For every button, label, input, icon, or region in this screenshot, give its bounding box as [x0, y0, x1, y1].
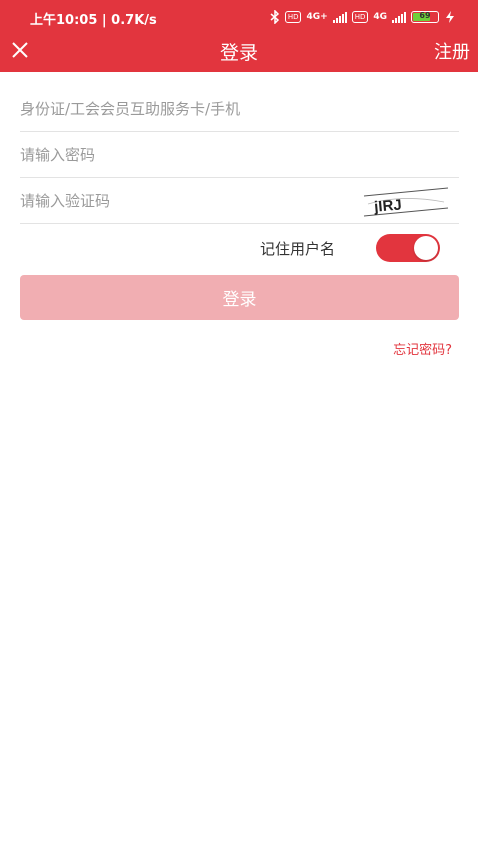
status-bar: 上午10:05 | 0.7K/s HD 4G+ HD 4G 69 [0, 0, 478, 34]
bluetooth-icon [270, 10, 279, 24]
forgot-password-link[interactable]: 忘记密码? [393, 339, 452, 358]
network-type-2: 4G [373, 12, 387, 22]
remember-toggle[interactable] [376, 234, 440, 262]
captcha-image[interactable]: jIRJ [362, 186, 450, 220]
register-link[interactable]: 注册 [434, 38, 470, 64]
signal-icon-1 [332, 11, 347, 23]
status-time: 上午10:05 | 0.7K/s [30, 13, 157, 28]
remember-label: 记住用户名 [260, 240, 336, 258]
nav-bar: 登录 注册 [0, 34, 478, 72]
network-type-1: 4G+ [306, 12, 328, 22]
hd-badge-1: HD [284, 11, 302, 23]
battery-icon: 69 [411, 11, 439, 23]
status-icons: HD 4G+ HD 4G 69 [270, 9, 456, 25]
remember-row: 记住用户名 [0, 232, 478, 264]
page-title: 登录 [219, 42, 258, 64]
account-input[interactable] [20, 86, 459, 131]
charging-icon [446, 11, 454, 23]
login-button[interactable]: 登录 [20, 275, 459, 320]
password-input[interactable] [20, 132, 459, 177]
toggle-knob [414, 236, 438, 260]
signal-icon-2 [392, 11, 406, 23]
hd-badge-2: HD [351, 11, 369, 23]
battery-level: 69 [419, 11, 431, 20]
app-header: 上午10:05 | 0.7K/s HD 4G+ HD 4G 69 登录 注册 [0, 0, 478, 72]
captcha-input[interactable] [20, 178, 340, 223]
password-field [20, 132, 459, 178]
captcha-text: jIRJ [373, 196, 403, 215]
account-field [20, 86, 459, 132]
